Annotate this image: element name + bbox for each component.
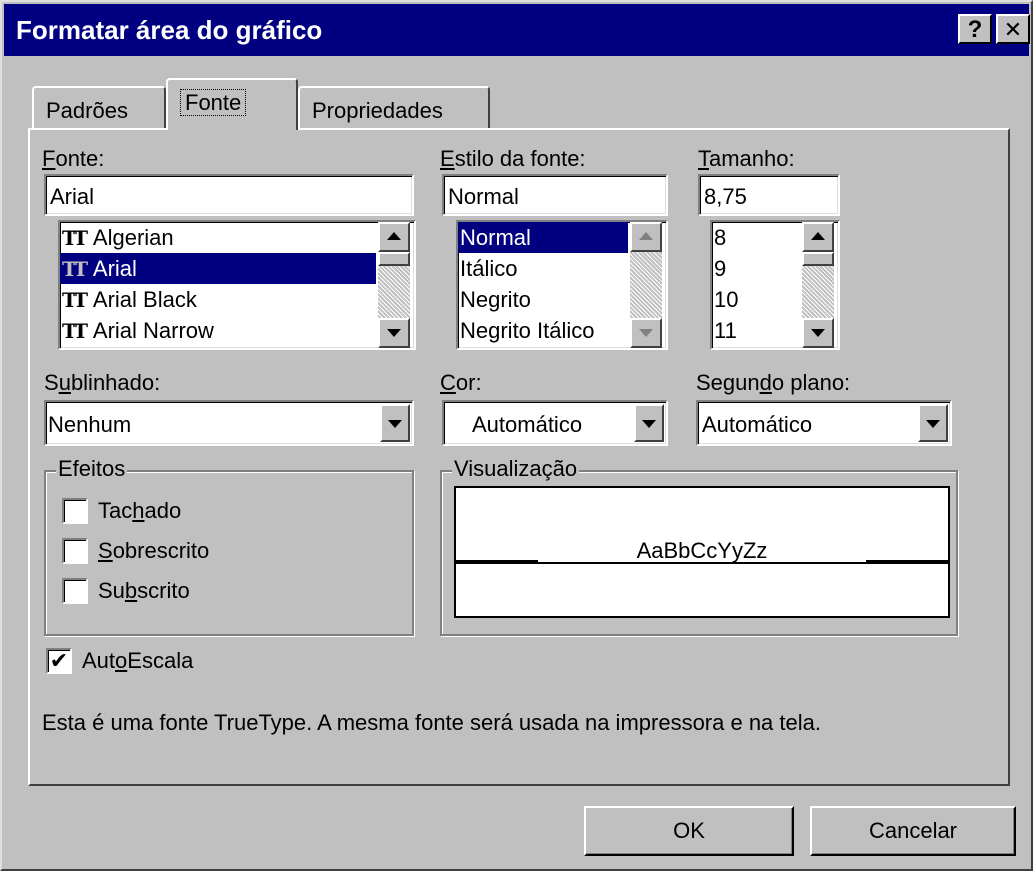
list-item-selected[interactable]: TT Arial [60, 253, 376, 284]
list-item[interactable]: 10 [712, 284, 798, 315]
close-icon: ✕ [1003, 17, 1023, 42]
subscript-label: Subscrito [98, 578, 190, 603]
list-item[interactable]: 11 [712, 315, 798, 346]
underline-label: Sublinhado: [44, 370, 161, 395]
tab-fonte-label: Fonte [180, 89, 247, 116]
cancel-button-label: Cancelar [868, 818, 958, 843]
truetype-icon: TT [62, 226, 88, 250]
arrow-up-icon [639, 232, 653, 240]
list-item[interactable]: Negrito [458, 284, 628, 315]
scroll-up-button[interactable] [630, 222, 662, 252]
chevron-down-icon [388, 420, 402, 428]
size-scrollbar[interactable] [802, 222, 834, 348]
arrow-up-icon [387, 232, 401, 240]
arrow-down-icon [639, 329, 653, 337]
superscript-checkbox[interactable] [62, 538, 88, 564]
list-item[interactable]: 8 [712, 222, 798, 253]
font-style-label: Estilo da fonte: [440, 146, 586, 171]
font-style-list[interactable]: Normal Itálico Negrito Negrito Itálico [456, 220, 668, 350]
underline-dropdown-button[interactable] [380, 404, 410, 442]
tab-panel-fonte: Fonte: Arial TT Algerian TT Arial TT Ari… [28, 128, 1010, 786]
list-item[interactable]: Negrito Itálico [458, 315, 658, 346]
tab-padroes-label: Padrões [46, 98, 128, 123]
help-button[interactable]: ? [958, 14, 992, 44]
font-name-value: Arial [50, 184, 95, 209]
chevron-down-icon [926, 420, 940, 428]
arrow-up-icon [811, 232, 825, 240]
question-mark-icon: ? [967, 16, 983, 43]
size-input[interactable]: 8,75 [698, 174, 840, 216]
background-label: Segundo plano: [696, 370, 851, 395]
strikethrough-checkbox[interactable] [62, 498, 88, 524]
background-dropdown-button[interactable] [918, 404, 948, 442]
list-item[interactable]: TT Algerian [60, 222, 376, 253]
scroll-down-button[interactable] [630, 318, 662, 348]
size-list[interactable]: 8 9 10 11 [710, 220, 840, 350]
scroll-up-button[interactable] [802, 222, 834, 252]
autoscale-checkbox[interactable]: ✔ [46, 648, 72, 674]
strikethrough-label: Tachado [98, 498, 182, 523]
color-label: Cor: [440, 370, 482, 395]
chevron-down-icon [642, 420, 656, 428]
underline-value: Nenhum [48, 412, 132, 437]
font-name-input[interactable]: Arial [44, 174, 414, 216]
color-select[interactable]: Automático [442, 400, 668, 446]
background-select[interactable]: Automático [696, 400, 952, 446]
underline-select[interactable]: Nenhum [44, 400, 414, 446]
ok-button-label: OK [673, 818, 705, 843]
list-item-selected[interactable]: Normal [458, 222, 628, 253]
effects-group-title: Efeitos [56, 456, 128, 482]
list-item[interactable]: Itálico [458, 253, 628, 284]
autoscale-label: AutoEscala [82, 648, 194, 673]
checkmark-icon: ✔ [49, 648, 69, 673]
list-item[interactable]: 9 [712, 253, 798, 284]
font-style-scrollbar[interactable] [630, 222, 662, 348]
scroll-down-button[interactable] [378, 318, 410, 348]
font-style-value: Normal [448, 184, 519, 209]
scroll-down-button[interactable] [802, 318, 834, 348]
format-chart-area-dialog: Formatar área do gráfico ? ✕ Padrões Fon… [0, 0, 1033, 871]
close-button[interactable]: ✕ [996, 14, 1030, 44]
font-list[interactable]: TT Algerian TT Arial TT Arial Black TT A… [58, 220, 416, 350]
tab-padroes[interactable]: Padrões [32, 86, 166, 130]
truetype-icon: TT [62, 257, 88, 281]
preview-box: AaBbCcYyZz [454, 486, 950, 618]
tab-propriedades[interactable]: Propriedades [298, 86, 490, 130]
dialog-title: Formatar área do gráfico [16, 15, 323, 45]
truetype-icon: TT [62, 319, 88, 343]
truetype-icon: TT [62, 288, 88, 312]
size-label: Tamanho: [698, 146, 795, 171]
font-list-scrollbar[interactable] [378, 222, 410, 348]
scroll-thumb[interactable] [802, 252, 834, 266]
color-value: Automático [472, 412, 583, 437]
font-style-input[interactable]: Normal [442, 174, 668, 216]
font-label: Fonte: [42, 146, 105, 171]
cancel-button[interactable]: Cancelar [810, 806, 1016, 856]
subscript-checkbox[interactable] [62, 578, 88, 604]
preview-sample-text: AaBbCcYyZz [636, 538, 768, 563]
arrow-down-icon [387, 329, 401, 337]
superscript-label: Sobrescrito [98, 538, 210, 563]
list-item[interactable]: TT Arial Narrow [60, 315, 376, 346]
ok-button[interactable]: OK [584, 806, 794, 856]
title-bar[interactable]: Formatar área do gráfico ? ✕ [4, 4, 1030, 56]
arrow-down-icon [811, 329, 825, 337]
tab-propriedades-label: Propriedades [312, 98, 443, 123]
color-dropdown-button[interactable] [634, 404, 664, 442]
preview-group-title: Visualização [452, 456, 580, 482]
truetype-info-text: Esta é uma fonte TrueType. A mesma fonte… [42, 710, 821, 735]
scroll-up-button[interactable] [378, 222, 410, 252]
size-value: 8,75 [704, 184, 747, 209]
tab-fonte[interactable]: Fonte [166, 78, 298, 130]
list-item[interactable]: TT Arial Black [60, 284, 376, 315]
scroll-thumb[interactable] [378, 252, 410, 266]
background-value: Automático [702, 412, 813, 437]
